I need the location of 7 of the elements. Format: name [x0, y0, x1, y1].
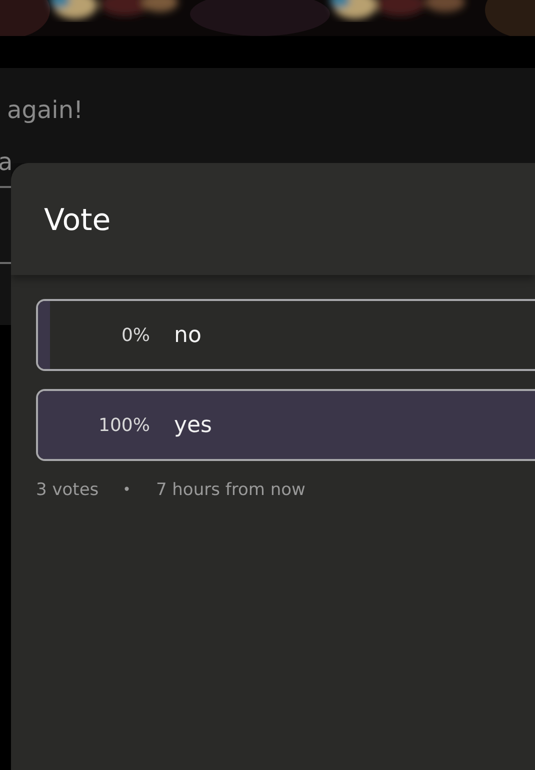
message-text: again!	[6, 95, 84, 126]
separator-dot: •	[122, 482, 131, 498]
poll-option[interactable]: 0% no	[36, 299, 535, 371]
vote-count: 3 votes	[36, 480, 99, 500]
time-remaining: 7 hours from now	[156, 480, 306, 500]
sheet-title: Vote	[44, 202, 111, 238]
poll-option[interactable]: 100% yes	[36, 389, 535, 461]
